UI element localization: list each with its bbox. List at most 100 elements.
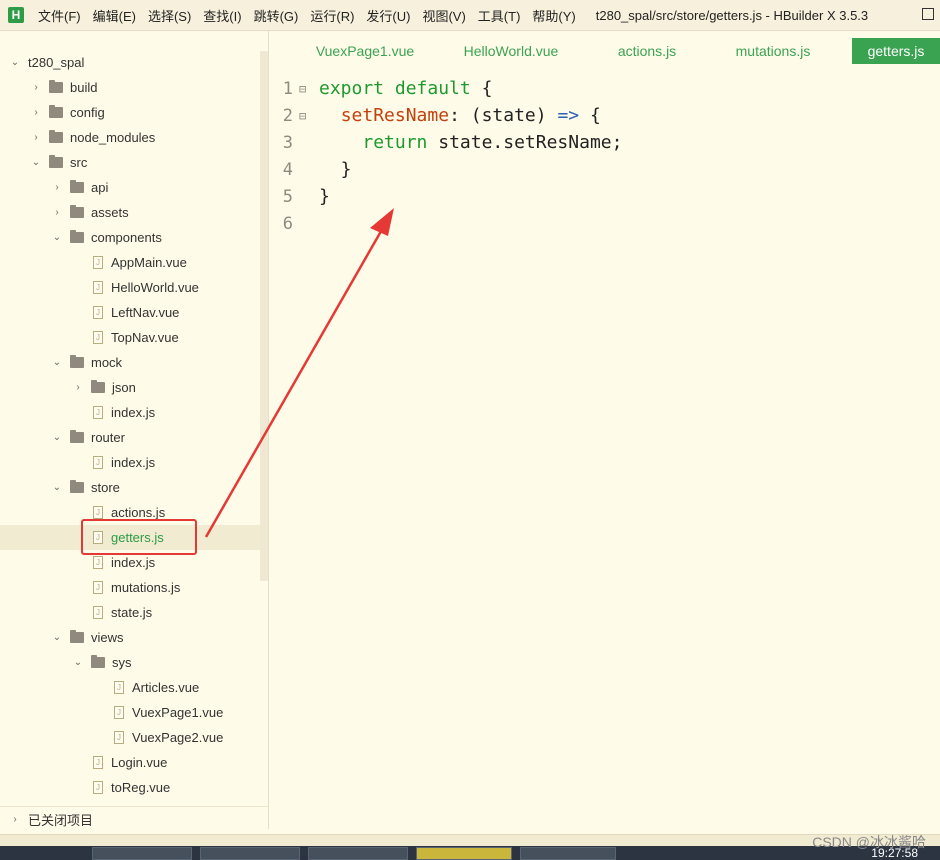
tree-file-item[interactable]: J VuexPage1.vue xyxy=(0,700,268,725)
menu-item[interactable]: 查找(I) xyxy=(203,6,241,25)
chevron-right-icon[interactable]: › xyxy=(31,132,41,143)
code-token: } xyxy=(319,159,352,180)
tree-folder-item[interactable]: ⌄ mock xyxy=(0,350,268,375)
tree-folder-item[interactable]: ⌄ store xyxy=(0,475,268,500)
chevron-down-icon[interactable]: ⌄ xyxy=(52,232,62,243)
chevron-right-icon[interactable]: › xyxy=(73,382,83,393)
tree-item-label: store xyxy=(91,480,120,495)
menu-item[interactable]: 编辑(E) xyxy=(93,6,136,25)
closed-projects-section[interactable]: › 已关闭项目 xyxy=(0,806,268,829)
taskbar-app-5[interactable] xyxy=(520,847,616,860)
menu-item[interactable]: 视图(V) xyxy=(422,6,465,25)
chevron-right-icon[interactable]: › xyxy=(52,182,62,193)
tree-folder-item[interactable]: › config xyxy=(0,100,268,125)
tree-file-item[interactable]: Jindex.js xyxy=(0,400,268,425)
chevron-right-icon[interactable]: › xyxy=(31,82,41,93)
file-icon: J xyxy=(93,506,103,519)
code-line[interactable]: 6 xyxy=(269,210,940,237)
chevron-down-icon[interactable]: ⌄ xyxy=(52,482,62,493)
tree-file-item[interactable]: J AppMain.vue xyxy=(0,250,268,275)
fold-toggle-icon[interactable]: ⊟ xyxy=(299,109,311,123)
tree-item-label: index.js xyxy=(111,555,156,570)
tree-file-item[interactable]: Jactions.js xyxy=(0,500,268,525)
taskbar-app-1[interactable] xyxy=(92,847,192,860)
folder-icon xyxy=(91,655,105,668)
tab-mutations-js[interactable]: mutations.js xyxy=(733,38,813,64)
fold-toggle-icon[interactable]: ⊟ xyxy=(299,82,311,96)
tree-item-label: views xyxy=(91,630,124,645)
tab-helloworld-vue[interactable]: HelloWorld.vue xyxy=(463,38,559,64)
file-icon: J xyxy=(114,731,124,744)
tree-file-item[interactable]: J TopNav.vue xyxy=(0,325,268,350)
menu-item[interactable]: 工具(T) xyxy=(478,6,521,25)
tree-folder-item[interactable]: ⌄ views xyxy=(0,625,268,650)
taskbar-app-3[interactable] xyxy=(308,847,408,860)
tree-item-label: json xyxy=(112,380,136,395)
window-title: t280_spal/src/store/getters.js - HBuilde… xyxy=(595,7,869,23)
tree-item-label: VuexPage2.vue xyxy=(132,730,224,745)
menu-item[interactable]: 选择(S) xyxy=(148,6,191,25)
code-line[interactable]: 1 ⊟ export default { xyxy=(269,75,940,102)
file-icon: J xyxy=(93,281,103,294)
tree-folder-item[interactable]: › build xyxy=(0,75,268,100)
chevron-right-icon[interactable]: › xyxy=(52,207,62,218)
taskbar-app-4[interactable] xyxy=(416,847,512,860)
tree-item-label: LeftNav.vue xyxy=(111,305,180,320)
tab-actions-js[interactable]: actions.js xyxy=(618,38,676,64)
tab-vuexpage1-vue[interactable]: VuexPage1.vue xyxy=(316,38,414,64)
maximize-icon[interactable] xyxy=(922,8,934,20)
tree-folder-item[interactable]: › api xyxy=(0,175,268,200)
sidebar-scrollbar[interactable] xyxy=(260,51,268,581)
chevron-down-icon[interactable]: ⌄ xyxy=(52,432,62,443)
menu-item[interactable]: 运行(R) xyxy=(310,6,354,25)
tree-file-item[interactable]: J LeftNav.vue xyxy=(0,300,268,325)
tree-folder-item[interactable]: › json xyxy=(0,375,268,400)
code-token: export default xyxy=(319,78,482,99)
tree-folder-item[interactable]: › assets xyxy=(0,200,268,225)
code-line[interactable]: 5} xyxy=(269,183,940,210)
tree-file-item[interactable]: Jindex.js xyxy=(0,450,268,475)
chevron-down-icon[interactable]: ⌄ xyxy=(52,632,62,643)
tree-file-item[interactable]: J Login.vue xyxy=(0,750,268,775)
code-line[interactable]: 2 ⊟ setResName: (state) => { xyxy=(269,102,940,129)
tree-file-item[interactable]: Jstate.js xyxy=(0,600,268,625)
tree-file-item[interactable]: J VuexPage2.vue xyxy=(0,725,268,750)
tree-item-label: api xyxy=(91,180,109,195)
tree-file-item[interactable]: Jgetters.js xyxy=(0,525,268,550)
code-line[interactable]: 3 return state.setResName; xyxy=(269,129,940,156)
code-editor[interactable]: 1 ⊟ export default {2 ⊟ setResName: (state)… xyxy=(269,74,940,834)
tree-item-label: router xyxy=(91,430,125,445)
tree-folder-item[interactable]: ⌄ src xyxy=(0,150,268,175)
line-number: 6 xyxy=(282,213,293,234)
folder-icon xyxy=(70,180,84,193)
taskbar-app-2[interactable] xyxy=(200,847,300,860)
tree-folder-item[interactable]: ⌄ t280_spal xyxy=(0,50,268,75)
tree-folder-item[interactable]: › node_modules xyxy=(0,125,268,150)
menu-item[interactable]: 帮助(Y) xyxy=(532,6,575,25)
tree-file-item[interactable]: J Articles.vue xyxy=(0,675,268,700)
chevron-down-icon[interactable]: ⌄ xyxy=(31,157,41,168)
hbuilder-logo-icon: H xyxy=(8,7,24,23)
tree-file-item[interactable]: Jmutations.js xyxy=(0,575,268,600)
code-line[interactable]: 4 } xyxy=(269,156,940,183)
folder-icon xyxy=(49,155,63,168)
tree-file-item[interactable]: JtoReg.vue xyxy=(0,775,268,800)
tree-folder-item[interactable]: ⌄ router xyxy=(0,425,268,450)
menu-item[interactable]: 跳转(G) xyxy=(254,6,299,25)
menu-item[interactable]: 文件(F) xyxy=(38,6,81,25)
code-token: => xyxy=(557,105,580,126)
tree-folder-item[interactable]: ⌄ sys xyxy=(0,650,268,675)
chevron-right-icon[interactable]: › xyxy=(31,107,41,118)
tree-item-label: state.js xyxy=(111,605,153,620)
tab-getters-js[interactable]: getters.js xyxy=(852,38,940,64)
tree-item-label: AppMain.vue xyxy=(111,255,187,270)
tree-file-item[interactable]: Jindex.js xyxy=(0,550,268,575)
menu-item[interactable]: 发行(U) xyxy=(366,6,410,25)
tree-file-item[interactable]: J HelloWorld.vue xyxy=(0,275,268,300)
file-icon: J xyxy=(114,681,124,694)
chevron-down-icon[interactable]: ⌄ xyxy=(73,657,83,668)
chevron-down-icon[interactable]: ⌄ xyxy=(52,357,62,368)
tree-folder-item[interactable]: ⌄ components xyxy=(0,225,268,250)
chevron-down-icon[interactable]: ⌄ xyxy=(10,57,20,68)
